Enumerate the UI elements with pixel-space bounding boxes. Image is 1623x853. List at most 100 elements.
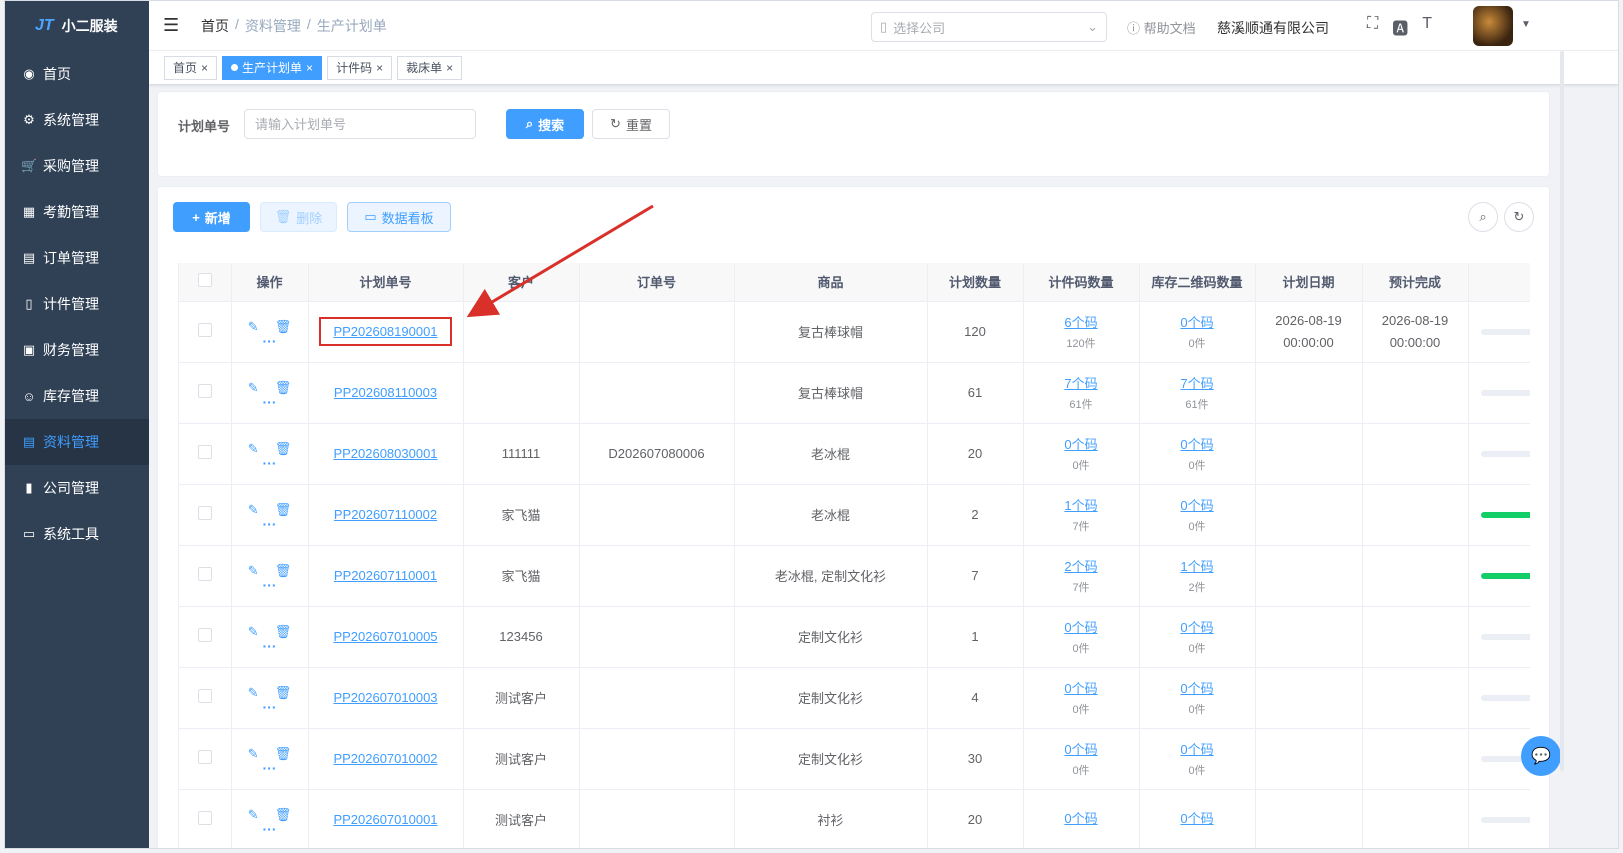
stock-code-link[interactable]: 0个码 [1180,312,1213,331]
sidebar-item[interactable]: ▣ 财务管理 [5,327,149,373]
plan-no-link[interactable]: PP202607010005 [333,629,437,644]
chat-icon[interactable]: 💬 [1521,736,1561,776]
tab-tag[interactable]: 生产计划单 × [222,55,323,80]
edit-icon[interactable]: ✎ [248,746,259,762]
row-checkbox[interactable] [197,811,212,825]
plan-no-link[interactable]: PP202607010002 [333,751,437,766]
add-button[interactable]: + 新增 [173,202,250,232]
edit-icon[interactable]: ✎ [248,502,259,518]
close-icon[interactable]: × [446,61,453,75]
plan-no-input[interactable] [244,109,476,139]
stock-code-link[interactable]: 0个码 [1180,617,1213,636]
piece-code-link[interactable]: 1个码 [1064,495,1097,514]
edit-icon[interactable]: ✎ [248,807,259,823]
plan-no-link[interactable]: PP202607010001 [333,812,437,827]
edit-icon[interactable]: ✎ [248,624,259,640]
trash-icon[interactable]: 🗑 [275,685,292,701]
piece-code-link[interactable]: 2个码 [1064,556,1097,575]
row-checkbox[interactable] [197,628,212,642]
trash-icon[interactable]: 🗑 [275,746,292,762]
stock-code-link[interactable]: 0个码 [1180,739,1213,758]
sidebar-item[interactable]: ☺ 库存管理 [5,373,149,419]
search-toggle-icon[interactable]: ⌕ [1468,202,1498,232]
piece-code-link[interactable]: 0个码 [1064,434,1097,453]
tab-tag[interactable]: 计件码 × [327,55,393,80]
language-icon[interactable]: 🅰 [1392,15,1408,39]
plan-no-link[interactable]: PP202608030001 [333,446,437,461]
trash-icon[interactable]: 🗑 [275,380,292,396]
piece-code-link[interactable]: 0个码 [1064,808,1097,827]
stock-code-link[interactable]: 7个码 [1180,373,1213,392]
sidebar-item[interactable]: ⚙ 系统管理 [5,97,149,143]
sidebar-item[interactable]: ▯ 计件管理 [5,281,149,327]
edit-icon[interactable]: ✎ [248,685,259,701]
more-icon[interactable]: ··· [263,578,277,592]
piece-code-link[interactable]: 7个码 [1064,373,1097,392]
help-link[interactable]: ⓘ 帮助文档 [1127,18,1196,37]
sidebar-item[interactable]: ▭ 系统工具 [5,511,149,557]
close-icon[interactable]: × [201,61,208,75]
edit-icon[interactable]: ✎ [248,319,259,335]
edit-icon[interactable]: ✎ [248,441,259,457]
more-icon[interactable]: ··· [263,517,277,531]
more-icon[interactable]: ··· [263,700,277,714]
plan-no-link[interactable]: PP202608110003 [334,385,437,400]
piece-code-link[interactable]: 6个码 [1064,312,1097,331]
row-checkbox[interactable] [197,567,212,581]
plan-no-link[interactable]: PP202607010003 [333,690,437,705]
plan-no-link[interactable]: PP202608190001 [319,317,452,346]
refresh-icon[interactable]: ↻ [1504,202,1534,232]
more-icon[interactable]: ··· [263,456,277,470]
trash-icon[interactable]: 🗑 [275,319,292,335]
delete-button[interactable]: 🗑 删除 [260,202,337,232]
stock-code-link[interactable]: 1个码 [1180,556,1213,575]
dashboard-button[interactable]: ▭ 数据看板 [347,202,451,232]
row-checkbox[interactable] [197,506,212,520]
trash-icon[interactable]: 🗑 [275,807,292,823]
tab-tag[interactable]: 首页 × [164,55,218,80]
edit-icon[interactable]: ✎ [248,380,259,396]
sidebar-item[interactable]: ▮ 公司管理 [5,465,149,511]
company-select[interactable]: ▯ 选择公司 ⌄ [871,12,1107,42]
fullscreen-icon[interactable]: ⛶ [1367,15,1378,39]
more-icon[interactable]: ··· [263,639,277,653]
piece-code-link[interactable]: 0个码 [1064,617,1097,636]
sidebar-item[interactable]: 🛒 采购管理 [5,143,149,189]
reset-button[interactable]: ↻ 重置 [592,109,670,139]
stock-code-link[interactable]: 0个码 [1180,434,1213,453]
hamburger-icon[interactable]: ☰ [163,15,187,36]
row-checkbox[interactable] [197,689,212,703]
stock-code-link[interactable]: 0个码 [1180,495,1213,514]
tab-tag[interactable]: 裁床单 × [397,55,463,80]
sidebar-item[interactable]: ▤ 资料管理 [5,419,149,465]
font-size-icon[interactable]: T [1422,15,1432,39]
caret-down-icon[interactable]: ▼ [1521,19,1531,30]
stock-code-link[interactable]: 0个码 [1180,678,1213,697]
avatar[interactable] [1473,6,1513,46]
piece-code-link[interactable]: 0个码 [1064,678,1097,697]
trash-icon[interactable]: 🗑 [275,563,292,579]
plan-no-link[interactable]: PP202607110001 [334,568,437,583]
more-icon[interactable]: ··· [263,395,277,409]
trash-icon[interactable]: 🗑 [275,502,292,518]
close-icon[interactable]: × [376,61,383,75]
page-scrollbar[interactable] [1560,51,1564,771]
trash-icon[interactable]: 🗑 [275,624,292,640]
select-all-checkbox[interactable] [197,273,212,288]
trash-icon[interactable]: 🗑 [275,441,292,457]
close-icon[interactable]: × [306,61,313,75]
stock-code-link[interactable]: 0个码 [1180,808,1213,827]
sidebar-item[interactable]: ◉ 首页 [5,51,149,97]
more-icon[interactable]: ··· [263,761,277,775]
search-button[interactable]: ⌕ 搜索 [506,109,584,139]
row-checkbox[interactable] [197,750,212,764]
plan-no-link[interactable]: PP202607110002 [334,507,437,522]
sidebar-item[interactable]: ▤ 订单管理 [5,235,149,281]
edit-icon[interactable]: ✎ [248,563,259,579]
row-checkbox[interactable] [197,445,212,459]
more-icon[interactable]: ··· [263,334,277,348]
piece-code-link[interactable]: 0个码 [1064,739,1097,758]
row-checkbox[interactable] [197,384,212,398]
sidebar-item[interactable]: ▦ 考勤管理 [5,189,149,235]
breadcrumb-home[interactable]: 首页 [201,16,229,36]
